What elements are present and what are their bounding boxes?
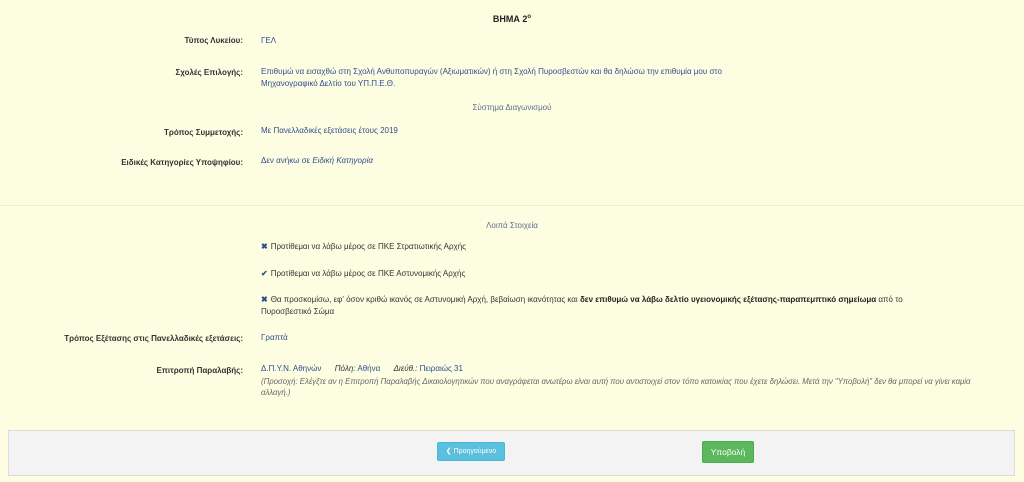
check-health: ✖ Θα προσκομίσω, εφ' όσον κριθώ ικανός σε… [261, 294, 1001, 318]
cross-icon: ✖ [261, 295, 268, 304]
special-categories-emphasis: Ειδική Κατηγορία [312, 156, 373, 165]
other-details-heading: Λοιπά Στοιχεία [486, 221, 538, 230]
special-categories-value: Δεν ανήκω σε Ειδική Κατηγορία [261, 155, 373, 167]
exam-system-heading: Σύστημα Διαγωνισμού [472, 103, 552, 112]
exam-method-value: Γραπτά [261, 333, 288, 342]
schools-line1: Επιθυμώ να εισαχθώ στη Σχολή Ανθυποπυραγ… [261, 67, 722, 76]
committee-label: Επιτροπή Παραλαβής: [156, 366, 243, 375]
schools-value: Επιθυμώ να εισαχθώ στη Σχολή Ανθυποπυραγ… [261, 66, 722, 90]
participation-value: Με Πανελλαδικές εξετάσεις έτους 2019 [261, 126, 398, 135]
check-army: ✖ Προτίθεμαι να λάβω μέρος σε ΠΚΕ Στρατιω… [261, 241, 466, 253]
check-army-text: Προτίθεμαι να λάβω μέρος σε ΠΚΕ Στρατιωτ… [270, 242, 467, 251]
previous-button-label: Προηγούμενο [453, 448, 497, 455]
chevron-left-icon: ❮ [445, 448, 452, 455]
schools-line2: Μηχανογραφικό Δελτίο του ΥΠ.Π.Ε.Θ. [261, 79, 396, 88]
committee-address-label: Διεύθ.: [393, 364, 418, 373]
check-police-text: Προτίθεμαι να λάβω μέρος σε ΠΚΕ Αστυνομι… [270, 269, 466, 278]
submit-button-label: Υποβολή [710, 447, 746, 457]
committee-address: Πειραιώς 31 [419, 364, 463, 373]
special-categories-prefix: Δεν ανήκω σε [261, 156, 313, 165]
previous-button[interactable]: ❮ Προηγούμενο [437, 442, 505, 461]
participation-label: Τρόπος Συμμετοχής: [164, 128, 243, 137]
check-health-text-end: από το [876, 295, 903, 304]
committee-city: Αθήνα [357, 364, 381, 373]
check-police: ✔ Προτίθεμαι να λάβω μέρος σε ΠΚΕ Αστυνομ… [261, 268, 465, 280]
committee-note: (Προσοχή: Ελέγξτε αν η Επιτροπή Παραλαβή… [261, 376, 1021, 398]
committee-city-label: Πόλη: [334, 364, 356, 373]
special-categories-label: Ειδικές Κατηγορίες Υποψηφίου: [121, 158, 243, 167]
school-type-value: ΓΕΛ [261, 36, 277, 45]
committee-note-line1: (Προσοχή: Ελέγξτε αν η Επιτροπή Παραλαβή… [261, 377, 971, 386]
check-health-bold: δεν επιθυμώ να λάβω δελτίο υγειονομικής … [579, 295, 877, 304]
check-health-line2: Πυροσβεστικό Σώμα [261, 307, 335, 316]
check-health-text: Θα προσκομίσω, εφ' όσον κριθώ ικανός σε … [270, 295, 580, 304]
step-label: ΒΗΜΑ 2 [492, 14, 528, 24]
exam-method-label: Τρόπος Εξέτασης στις Πανελλαδικές εξετάσ… [64, 334, 243, 343]
step-superscript: ο [527, 14, 532, 20]
school-type-label: Τύπος Λυκείου: [184, 36, 243, 45]
section-divider [0, 205, 1024, 206]
submit-button[interactable]: Υποβολή [702, 441, 754, 463]
step-title: ΒΗΜΑ 2ο [0, 14, 1024, 24]
committee-note-line2: αλλαγή.) [261, 388, 291, 397]
checkmark-icon: ✔ [261, 269, 268, 278]
schools-label: Σχολές Επιλογής: [175, 68, 243, 77]
cross-icon: ✖ [261, 242, 268, 251]
committee-name: Δ.Π.Υ.Ν. Αθηνών [261, 364, 322, 373]
form-footer [8, 430, 1015, 476]
committee-value: Δ.Π.Υ.Ν. Αθηνών Πόλη: Αθήνα Διεύθ.: Πειρ… [261, 364, 463, 373]
